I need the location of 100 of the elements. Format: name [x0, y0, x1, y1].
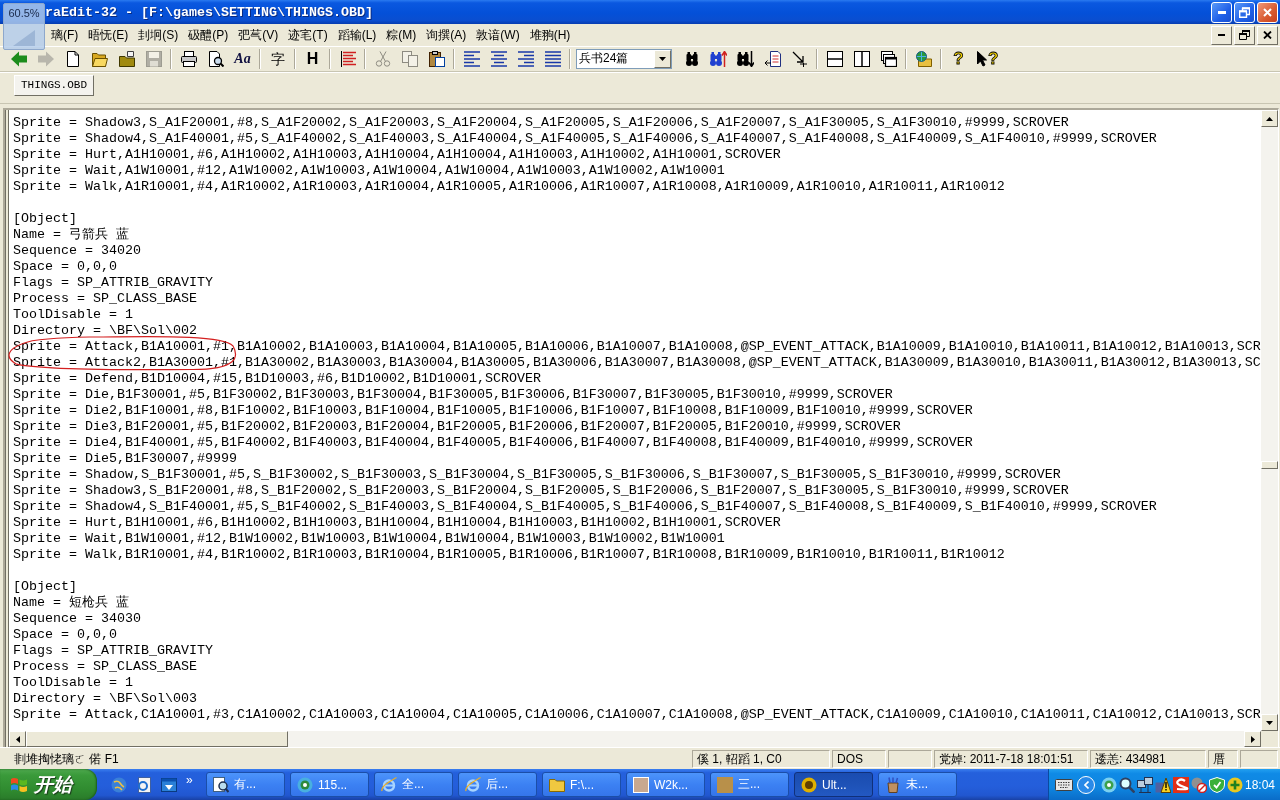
scroll-thumb[interactable]	[1261, 461, 1278, 470]
warning-icon[interactable]	[1155, 776, 1171, 793]
chevron-left-icon	[1083, 780, 1089, 789]
menu-item[interactable]: 迹宒(T)	[284, 25, 332, 45]
start-button[interactable]: 开始	[0, 769, 97, 800]
more-button[interactable]: »	[186, 774, 193, 786]
code-line: Sprite = Walk,A1R10001,#4,A1R10002,A1R10003,A1R10004,A1R10005,A1R10006,A1R10007,A1R10008,A1R10009,A1R10010,A1R10011,A1R10012	[13, 179, 1006, 195]
file-tab[interactable]: THINGS.OBD	[14, 75, 94, 96]
task-button[interactable]: 后...	[458, 772, 537, 797]
find-next-button[interactable]	[734, 48, 757, 70]
code-line: [Object]	[13, 579, 78, 595]
task-button[interactable]: 115...	[290, 772, 369, 797]
blank-page-icon	[64, 51, 81, 67]
task-button[interactable]: W2k...	[626, 772, 705, 797]
task-button[interactable]: 全...	[374, 772, 453, 797]
code-line: Sprite = Shadow3,S_B1F20001,#8,S_B1F20002,S_B1F20003,S_B1F20004,S_B1F20005,S_B1F20006,S_B1F20007,S_B1F30005,S_B1F30010,#9999,SCROVER	[13, 483, 1070, 499]
menu-item[interactable]: 刲坰(S)	[134, 25, 183, 45]
stacked-windows-icon	[880, 51, 897, 67]
status-panel: 傒 1, 軺蹈 1, C0	[692, 750, 830, 768]
flag-icon	[10, 776, 28, 793]
menu-item[interactable]: 晤怃(E)	[84, 25, 133, 45]
caret-right-icon	[1250, 735, 1255, 743]
horizontal-scrollbar[interactable]	[9, 731, 1261, 747]
code-line: Space = 0,0,0	[13, 259, 118, 275]
vertical-scrollbar[interactable]	[1261, 110, 1278, 731]
scroll-thumb[interactable]	[26, 731, 288, 747]
document-minimize-button[interactable]	[1211, 25, 1232, 45]
minimize-icon	[1218, 34, 1225, 36]
code-line: Sprite = Defend,B1D10004,#15,B1D10003,#6,B1D10002,B1D10001,SCROVER	[13, 371, 542, 387]
plus-icon[interactable]	[1227, 776, 1243, 793]
globe-icon[interactable]	[111, 776, 127, 793]
vertical-split-icon	[853, 51, 870, 67]
scroll-down-button[interactable]	[1261, 714, 1278, 731]
binoculars-icon	[685, 51, 698, 67]
task-button[interactable]: Ult...	[794, 772, 873, 797]
status-panel	[1240, 750, 1278, 768]
close-button[interactable]	[1257, 1, 1278, 23]
document-restore-button[interactable]	[1234, 25, 1255, 45]
code-line: Sprite = Die,B1F30001,#5,B1F30002,B1F30003,B1F30004,B1F30005,B1F30006,B1F30007,B1F30005,B1F30010,#9999,SCROVER	[13, 387, 894, 403]
ring-icon[interactable]	[1101, 776, 1117, 793]
font-button[interactable]: Aa	[231, 48, 254, 70]
charset-button[interactable]: 字	[266, 48, 289, 70]
page-arrow-icon	[764, 51, 781, 67]
task-button[interactable]: 未...	[878, 772, 957, 797]
menu-item[interactable]: 粽(M)	[382, 25, 421, 45]
clipboard-icon	[428, 51, 445, 67]
code-line: Directory = \BF\Sol\003	[13, 691, 198, 707]
menu-item[interactable]: 弝芞(V)	[234, 25, 283, 45]
binoculars-up-arrow-icon	[710, 51, 727, 67]
code-line: Name = 短枪兵 蓝	[13, 595, 130, 611]
menu-item[interactable]: 敦谙(W)	[472, 25, 524, 45]
heading-button[interactable]: H	[301, 48, 324, 70]
pointer-icon	[977, 51, 987, 67]
network-icon[interactable]	[1137, 776, 1153, 793]
text-editor[interactable]	[9, 110, 1261, 731]
keyboard-icon[interactable]	[1055, 778, 1073, 791]
globe-folder-icon	[915, 51, 932, 67]
code-line: Space = 0,0,0	[13, 627, 118, 643]
two-pages-icon	[401, 51, 418, 67]
menu-item[interactable]: 堆翑(H)	[525, 25, 575, 45]
scroll-left-button[interactable]	[9, 731, 26, 747]
caret-down-icon	[659, 57, 666, 61]
code-line: Sprite = Walk,B1R10001,#4,B1R10002,B1R10003,B1R10004,B1R10005,B1R10006,B1R10007,B1R10008,B1R10009,B1R10010,B1R10011,B1R10012	[13, 547, 1006, 563]
document-close-button[interactable]	[1257, 25, 1278, 45]
code-line: Directory = \BF\Sol\002	[13, 323, 198, 339]
task-button[interactable]: 有...	[206, 772, 285, 797]
scroll-right-button[interactable]	[1244, 731, 1261, 747]
scroll-up-button[interactable]	[1261, 110, 1278, 127]
code-line: Sprite = Shadow3,S_A1F20001,#8,S_A1F20002,S_A1F20003,S_A1F20004,S_A1F20005,S_A1F20006,S_A1F20007,S_A1F30005,S_A1F30010,#9999,SCROVER	[13, 115, 1070, 131]
picture-placeholder	[717, 776, 733, 793]
menu-item[interactable]: 询撰(A)	[422, 25, 471, 45]
printer-icon	[180, 51, 197, 67]
code-line: Sprite = Shadow4,S_B1F40001,#5,S_B1F40002,S_B1F40003,S_B1F40004,S_B1F40005,S_B1F40006,S_B1F40007,S_B1F40008,S_B1F40009,S_B1F40010,#9999,SCROVER	[13, 499, 1158, 515]
triangle-icon	[13, 30, 35, 46]
shield-icon[interactable]	[1209, 776, 1225, 793]
task-button[interactable]: F:\...	[542, 772, 621, 797]
menu-item[interactable]: 蹈输(L)	[333, 25, 381, 45]
minimize-icon	[1217, 10, 1226, 14]
clock: 18:04	[1245, 777, 1276, 792]
task-button[interactable]: 三...	[710, 772, 789, 797]
font-combobox[interactable]: 兵书24篇	[576, 49, 672, 69]
page-icon[interactable]	[136, 776, 152, 793]
find-previous-button[interactable]	[707, 48, 730, 70]
blocked-icon[interactable]	[1191, 776, 1207, 793]
restore-button[interactable]	[1234, 1, 1255, 23]
magnifier-icon[interactable]	[1119, 776, 1135, 793]
code-line: Sprite = Wait,B1W10001,#12,B1W10002,B1W10003,B1W10004,B1W10004,B1W10003,B1W10002,B1W10001	[13, 531, 726, 547]
status-panel: 厝	[1208, 750, 1238, 768]
tile-icon[interactable]	[1173, 776, 1189, 793]
status-panel: 党婥: 2011-7-18 18:01:51	[934, 750, 1088, 768]
page-magnifier-icon	[213, 776, 229, 793]
photo-placeholder	[633, 776, 649, 793]
dropdown-button[interactable]	[654, 50, 671, 68]
menu-item[interactable]: 砐醴(P)	[184, 25, 233, 45]
show-hidden-icons-button[interactable]	[1077, 775, 1095, 794]
restore-icon	[1239, 6, 1250, 18]
window-icon[interactable]	[161, 776, 177, 793]
minimize-button[interactable]	[1211, 1, 1232, 23]
menu-item[interactable]: 璃(F)	[47, 25, 83, 45]
page-magnifier-icon	[207, 51, 224, 67]
